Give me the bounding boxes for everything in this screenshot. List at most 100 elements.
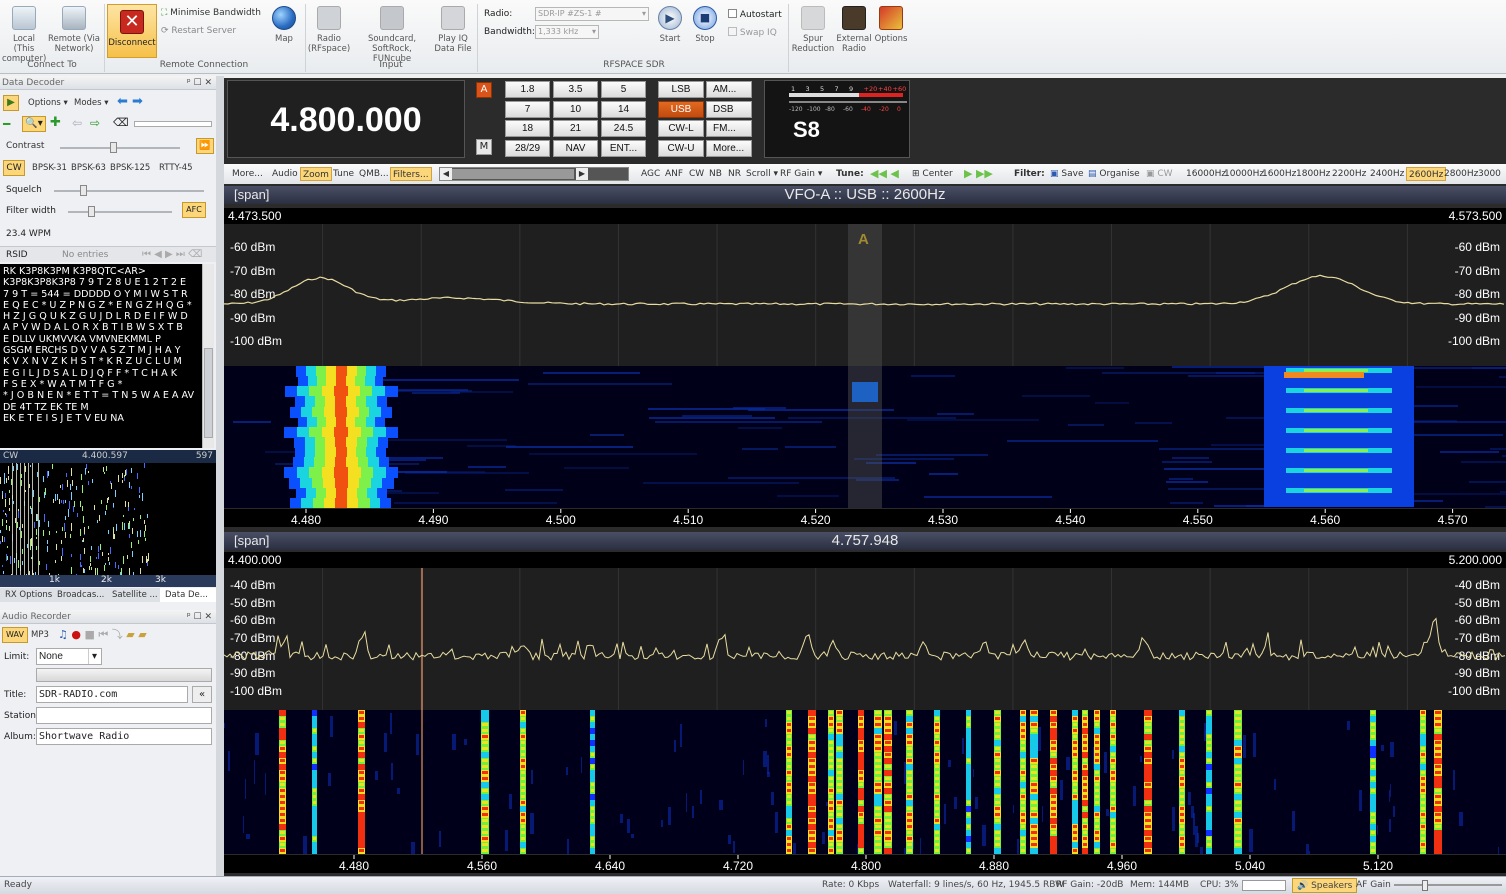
rfgain-menu[interactable]: RF Gain ▾: [780, 167, 822, 181]
mode-button[interactable]: DSB: [706, 100, 752, 118]
double-chevron-left-icon[interactable]: «: [192, 686, 212, 703]
play-iq-button[interactable]: Play IQ Data File: [432, 6, 474, 54]
mode-button[interactable]: USB: [658, 100, 704, 118]
limit-select[interactable]: None ▾: [36, 648, 102, 665]
tune-right-icons[interactable]: ▶ ▶▶: [964, 167, 993, 181]
panel-close-icon[interactable]: ᵖ ☐ ✕: [187, 76, 212, 90]
fast-forward-icon[interactable]: ⏩: [196, 138, 214, 154]
wav-button[interactable]: WAV: [2, 627, 28, 643]
slider-knob[interactable]: [80, 185, 87, 196]
zoom-in-icon[interactable]: ✚: [50, 116, 61, 130]
filter-option[interactable]: 1600Hz: [1262, 167, 1296, 181]
afc-button[interactable]: AFC: [182, 202, 206, 218]
filter-option[interactable]: 3000: [1478, 167, 1501, 181]
station-input[interactable]: [36, 707, 212, 724]
external-radio-button[interactable]: External Radio: [836, 6, 872, 54]
audio-button[interactable]: Audio: [272, 167, 298, 181]
band-button[interactable]: 21: [553, 120, 598, 137]
soundcard-button[interactable]: Soundcard, SoftRock, FUNcube: [352, 6, 432, 64]
search-icon[interactable]: 🔍▾: [22, 116, 46, 132]
minimise-bandwidth-button[interactable]: ⛶ Minimise Bandwidth: [161, 8, 261, 18]
radio-combo[interactable]: SDR-IP #ZS-1 # ▾: [535, 7, 649, 21]
options-menu[interactable]: Options ▾: [28, 95, 68, 111]
spur-reduction-button[interactable]: Spur Reduction: [790, 6, 836, 54]
zoom-button[interactable]: Zoom: [300, 167, 332, 181]
autostart-checkbox[interactable]: Autostart: [728, 9, 782, 20]
agc-button[interactable]: AGC: [641, 167, 660, 181]
eraser-icon[interactable]: ⌫: [113, 116, 129, 130]
slider-knob[interactable]: [110, 142, 117, 153]
cw-button[interactable]: CW: [689, 167, 704, 181]
forward-icon[interactable]: ⇨: [90, 116, 100, 130]
filter-option[interactable]: 2800Hz: [1444, 167, 1478, 181]
mode-rtty45-button[interactable]: RTTY-45: [159, 160, 193, 176]
rsid-nav-icons[interactable]: ⏮ ◀ ▶ ⏭ ⌫: [142, 249, 202, 260]
tab-data-decoder[interactable]: Data De...: [160, 588, 216, 602]
swapiq-checkbox[interactable]: Swap IQ: [728, 27, 777, 38]
organise-button[interactable]: ▤ Organise: [1088, 167, 1140, 181]
filter-option[interactable]: 10000Hz: [1224, 167, 1264, 181]
band-button[interactable]: 28/29: [505, 139, 550, 157]
mode-bpsk31-button[interactable]: BPSK-31: [32, 160, 67, 176]
mode-button[interactable]: AM...: [706, 81, 752, 98]
qmb-button[interactable]: QMB...: [359, 167, 389, 181]
rec-title-input[interactable]: SDR-RADIO.com: [36, 686, 188, 703]
tune-button[interactable]: Tune: [333, 167, 354, 181]
contrast-slider[interactable]: [50, 140, 190, 154]
nb-button[interactable]: NB: [709, 167, 722, 181]
scroll-thumb[interactable]: [452, 169, 574, 179]
start-button[interactable]: ▶ Start: [655, 6, 685, 44]
scroll-right-icon[interactable]: ▶: [576, 168, 588, 180]
scroll-menu[interactable]: Scroll ▾: [746, 167, 778, 181]
radio-rfspace-button[interactable]: Radio (RFspace): [306, 6, 352, 54]
filters-button[interactable]: Filters...: [390, 167, 432, 181]
mode-button[interactable]: LSB: [658, 81, 704, 98]
center-button[interactable]: ⊞ Center: [912, 167, 953, 181]
filter-option[interactable]: 2200Hz: [1332, 167, 1366, 181]
mode-button[interactable]: More...: [706, 139, 752, 157]
mode-button[interactable]: FM...: [706, 120, 752, 137]
remote-button[interactable]: Remote (Via Network): [48, 6, 100, 54]
decoder-scrollbar[interactable]: [202, 264, 214, 448]
cw-filter-button[interactable]: ▣ CW: [1146, 167, 1173, 181]
zoom-out-icon[interactable]: ━: [3, 118, 10, 130]
anf-button[interactable]: ANF: [665, 167, 683, 181]
band-button[interactable]: 1.8: [505, 81, 550, 98]
mode-button[interactable]: CW-U: [658, 139, 704, 157]
back-icon[interactable]: ⇦: [72, 116, 82, 130]
band-button[interactable]: 7: [505, 100, 550, 118]
band-button[interactable]: 3.5: [553, 81, 598, 98]
restart-server-button[interactable]: ⟳ Restart Server: [161, 26, 236, 36]
recorder-toolbar-icons[interactable]: ♫ ● ■ ⏮ ⤵ ▰ ▰: [58, 627, 147, 642]
scroll-thumb[interactable]: [204, 348, 213, 438]
band-button[interactable]: 14: [601, 100, 646, 118]
band-button[interactable]: 18: [505, 120, 550, 137]
filter-option[interactable]: 2600Hz: [1406, 167, 1447, 181]
album-input[interactable]: Shortwave Radio: [36, 728, 212, 745]
speakers-button[interactable]: 🔊 Speakers: [1292, 878, 1358, 893]
nr-button[interactable]: NR: [728, 167, 741, 181]
squelch-slider[interactable]: [44, 183, 212, 197]
top-spectrum[interactable]: A -60 dBm -60 dBm -70 dBm -70 dBm -80 dBm -80 …: [224, 224, 1506, 366]
position-scrollbar[interactable]: ◀ ▶: [439, 167, 629, 181]
map-button[interactable]: Map: [266, 6, 302, 44]
save-button[interactable]: ▣ Save: [1050, 167, 1083, 181]
folder-icon[interactable]: ▰ ▰: [126, 628, 146, 641]
afgain-slider[interactable]: [1394, 880, 1502, 891]
band-button[interactable]: NAV: [553, 139, 598, 157]
slider-knob[interactable]: [88, 206, 95, 217]
memory-button[interactable]: M: [476, 139, 492, 155]
stop-button[interactable]: ■ Stop: [690, 6, 720, 44]
vfo-a-button[interactable]: A: [476, 82, 492, 98]
record-icon[interactable]: ●: [71, 628, 81, 641]
band-button[interactable]: ENT...: [601, 139, 646, 157]
bottom-waterfall[interactable]: [224, 710, 1506, 854]
disconnect-button[interactable]: ✕ Disconnect: [107, 4, 157, 58]
splitter[interactable]: [216, 76, 224, 876]
vfo-frequency-display[interactable]: 4.800.000: [227, 80, 465, 158]
stop-record-icon[interactable]: ■ ⏮ ⤵: [84, 628, 122, 641]
filter-option[interactable]: 16000Hz: [1186, 167, 1226, 181]
band-button[interactable]: 24.5: [601, 120, 646, 137]
panel-close-icon[interactable]: ᵖ ☐ ✕: [187, 610, 212, 624]
cw-waterfall[interactable]: [0, 463, 216, 575]
